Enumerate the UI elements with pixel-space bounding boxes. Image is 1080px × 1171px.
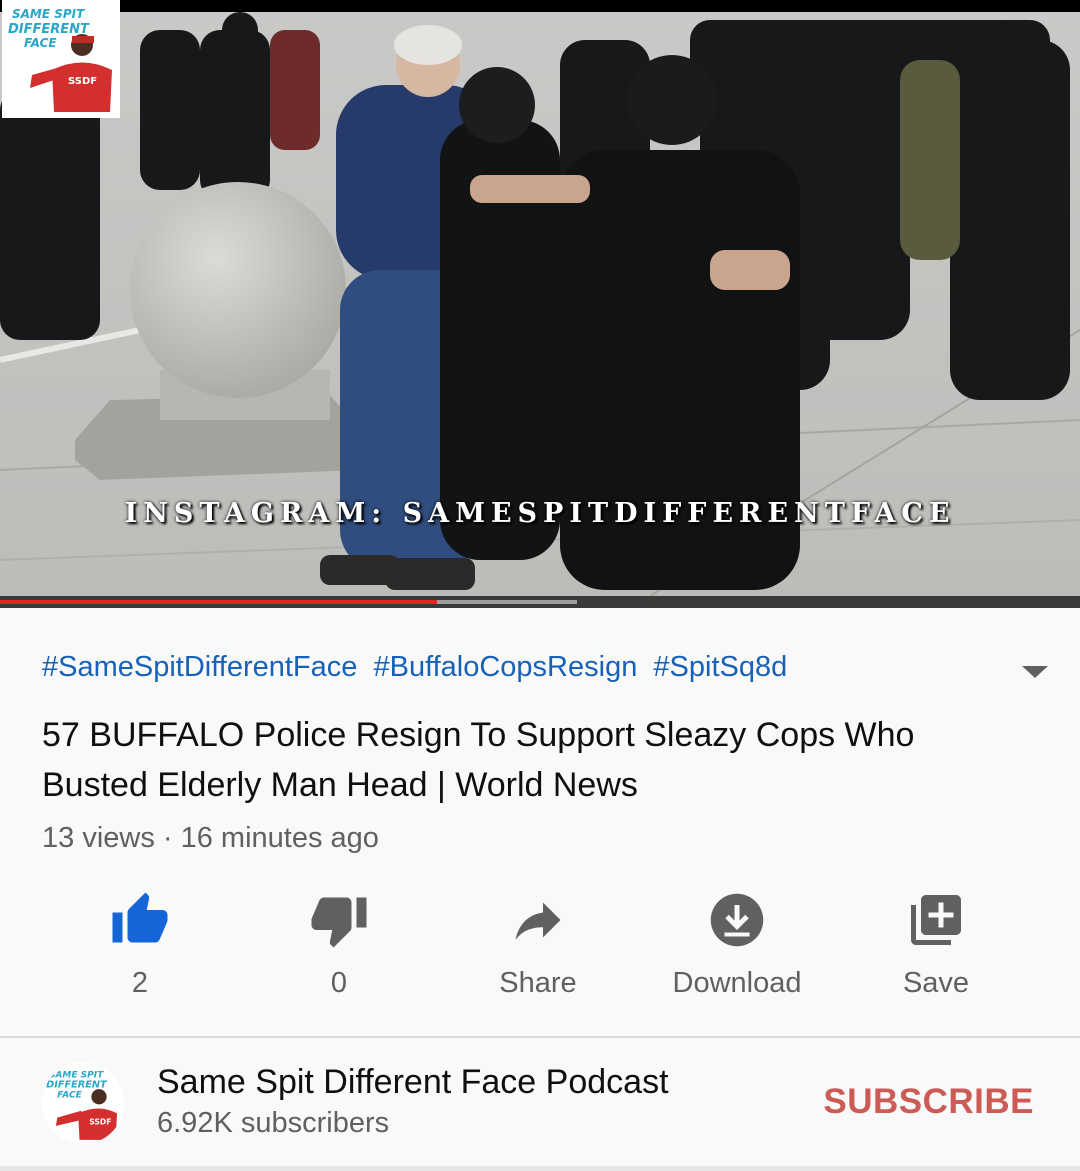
hashtag-row: #SameSpitDifferentFace #BuffaloCopsResig…: [42, 651, 795, 684]
video-progress-bar[interactable]: [0, 596, 1080, 608]
view-count-and-time: 13 views · 16 minutes ago: [42, 822, 379, 854]
share-button[interactable]: Share: [448, 890, 628, 998]
hashtag-link[interactable]: #BuffaloCopsResign: [373, 651, 637, 683]
hashtag-link[interactable]: #SameSpitDifferentFace: [42, 651, 357, 683]
svg-text:DIFFERENT: DIFFERENT: [8, 22, 90, 37]
download-label: Download: [672, 967, 802, 999]
save-label: Save: [902, 967, 970, 999]
add-to-playlist-icon: [911, 895, 961, 945]
save-button[interactable]: Save: [846, 890, 1026, 998]
channel-name[interactable]: Same Spit Different Face Podcast: [157, 1063, 669, 1102]
svg-text:SSDF: SSDF: [68, 76, 97, 87]
hashtag-link[interactable]: #SpitSq8d: [653, 651, 787, 683]
download-icon: [710, 893, 764, 947]
svg-text:SAME SPIT: SAME SPIT: [49, 1070, 104, 1080]
svg-text:FACE: FACE: [57, 1090, 82, 1100]
subscriber-count: 6.92K subscribers: [157, 1107, 390, 1139]
svg-text:DIFFERENT: DIFFERENT: [46, 1080, 108, 1091]
download-button[interactable]: Download: [647, 890, 827, 998]
channel-watermark-logo: SAME SPIT DIFFERENT FACE SSDF: [2, 0, 120, 118]
subscribe-button[interactable]: SUBSCRIBE: [823, 1082, 1034, 1122]
like-count: 2: [131, 967, 149, 999]
progress-played: [0, 600, 438, 604]
svg-text:FACE: FACE: [24, 36, 57, 50]
video-player[interactable]: SAME SPIT DIFFERENT FACE SSDF INSTAGRAM:…: [0, 0, 1080, 596]
dislike-button[interactable]: 0: [249, 890, 429, 998]
channel-avatar[interactable]: SAME SPIT DIFFERENT FACE SSDF: [42, 1062, 124, 1144]
video-watermark-text: INSTAGRAM: SAMESPITDIFFERENTFACE: [124, 498, 956, 529]
divider: [0, 1036, 1080, 1038]
thumbs-up-icon: [112, 892, 168, 943]
video-title: 57 BUFFALO Police Resign To Support Slea…: [42, 716, 915, 804]
svg-text:SAME SPIT: SAME SPIT: [12, 7, 85, 21]
share-icon: [515, 902, 561, 940]
dislike-count: 0: [330, 967, 348, 999]
expand-description-icon[interactable]: [1020, 662, 1050, 682]
section-divider: [0, 1166, 1080, 1171]
share-label: Share: [499, 967, 577, 999]
svg-text:SSDF: SSDF: [89, 1118, 111, 1127]
thumbs-down-icon: [311, 897, 367, 948]
like-button[interactable]: 2: [50, 890, 230, 998]
